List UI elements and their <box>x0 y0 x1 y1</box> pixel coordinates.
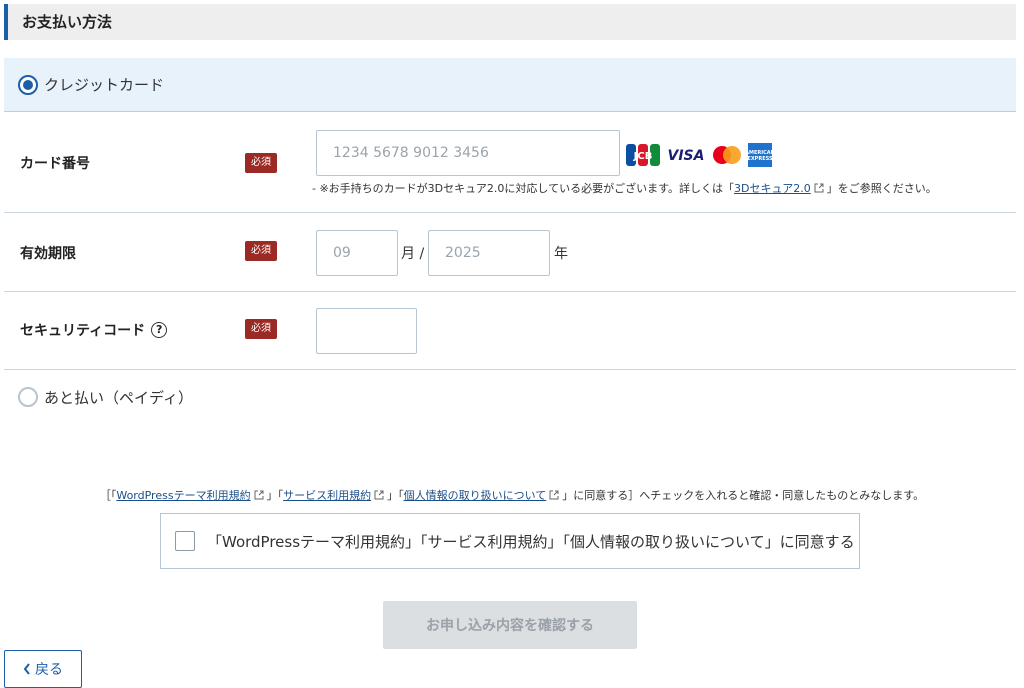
required-badge: 必須 <box>245 319 277 339</box>
security-code-row: セキュリティコード ? 必須 <box>4 292 1016 370</box>
note-prefix: - ※お手持ちのカードが3Dセキュア2.0に対応している必要がございます。詳しく… <box>312 182 734 195</box>
mastercard-logo-icon <box>713 146 741 164</box>
external-link-icon <box>814 183 824 193</box>
wordpress-terms-link[interactable]: WordPressテーマ利用規約 <box>116 489 250 502</box>
note-open: ［「 <box>99 489 117 502</box>
service-terms-link[interactable]: サービス利用規約 <box>283 489 371 502</box>
note-suffix: 」をご参照ください。 <box>826 182 937 195</box>
external-link-icon <box>374 490 384 500</box>
expiry-month-input[interactable] <box>316 230 398 276</box>
paidy-radio[interactable] <box>18 387 38 407</box>
expiry-year-input[interactable] <box>428 230 550 276</box>
help-icon[interactable]: ? <box>151 322 168 338</box>
security-code-label: セキュリティコード <box>20 323 146 339</box>
security-code-label-group: セキュリティコード ? <box>20 320 168 340</box>
amex-logo-icon: AMERICAN EXPRESS <box>748 143 772 167</box>
agreement-checkbox-box[interactable]: 「WordPressテーマ利用規約」「サービス利用規約」「個人情報の取り扱いにつ… <box>160 513 860 569</box>
jcb-logo-icon: JCB <box>626 144 660 166</box>
external-link-icon <box>254 490 264 500</box>
payment-method-credit-card[interactable]: クレジットカード <box>4 58 1016 112</box>
required-badge: 必須 <box>245 153 277 173</box>
back-button[interactable]: 戻る <box>4 650 82 688</box>
separator: 」「 <box>387 489 404 502</box>
expiry-label: 有効期限 <box>20 246 76 262</box>
visa-logo-icon: VISA <box>668 148 705 164</box>
3d-secure-link[interactable]: 3Dセキュア2.0 <box>734 182 811 195</box>
card-brand-logos: JCB VISA AMERICAN EXPRESS <box>626 143 772 167</box>
paidy-label: あと払い（ペイディ） <box>44 388 193 407</box>
agreement-checkbox-label: 「WordPressテーマ利用規約」「サービス利用規約」「個人情報の取り扱いにつ… <box>207 532 855 551</box>
confirm-application-button[interactable]: お申し込み内容を確認する <box>383 601 637 649</box>
credit-card-radio[interactable] <box>18 74 38 95</box>
back-button-label: 戻る <box>35 662 63 678</box>
note-close: 」に同意する］へチェックを入れると確認・同意したものとみなします。 <box>562 489 925 502</box>
year-unit: 年 <box>554 246 568 262</box>
chevron-left-icon <box>23 663 30 675</box>
svg-text:VISA: VISA <box>668 148 705 164</box>
privacy-policy-link[interactable]: 個人情報の取り扱いについて <box>404 489 547 502</box>
month-unit: 月 / <box>401 246 425 262</box>
section-title: お支払い方法 <box>4 4 1016 40</box>
3d-secure-note: - ※お手持ちのカードが3Dセキュア2.0に対応している必要がございます。詳しく… <box>312 180 937 196</box>
credit-card-label: クレジットカード <box>44 76 165 94</box>
security-code-input[interactable] <box>316 308 417 354</box>
separator: 」「 <box>266 489 284 502</box>
external-link-icon <box>549 490 559 500</box>
required-badge: 必須 <box>245 241 277 261</box>
svg-text:EXPRESS: EXPRESS <box>748 156 772 162</box>
card-number-input[interactable] <box>316 130 620 176</box>
payment-method-paidy[interactable]: あと払い（ペイディ） <box>4 384 193 410</box>
agreement-note: ［「WordPressテーマ利用規約 」「サービス利用規約 」「個人情報の取り扱いに… <box>0 487 1024 503</box>
agreement-checkbox[interactable] <box>175 531 195 551</box>
svg-text:JCB: JCB <box>633 151 653 162</box>
card-number-label: カード番号 <box>20 156 90 172</box>
